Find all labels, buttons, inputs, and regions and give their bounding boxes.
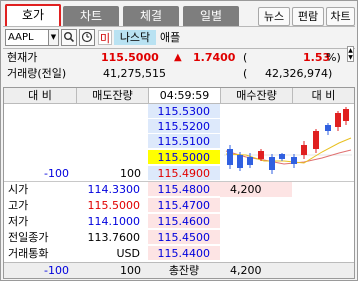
ask-price[interactable]: 115.5200 [148, 119, 220, 134]
price-change: 1.7400 [193, 51, 236, 64]
tab-chart[interactable]: 차트 [63, 6, 119, 26]
tab-bar: 호가 차트 체결 일별 뉴스 편람 차트 [3, 4, 355, 26]
rate-open-paren: ( [243, 51, 248, 64]
market-flag: 미 [98, 30, 112, 45]
symbol-input[interactable]: AAPL [5, 29, 49, 46]
prev-volume: 42,326,974) [265, 67, 333, 80]
prev-close-label: 전일종가 [8, 231, 49, 244]
bid-price[interactable]: 115.4800 [148, 182, 220, 197]
low-value: 114.1000 [87, 215, 141, 228]
search-icon[interactable] [61, 29, 77, 46]
up-arrow-icon: ▲ [174, 52, 182, 63]
high-value: 115.5000 [87, 199, 141, 212]
ask-qty: 100 [120, 167, 141, 180]
ask-price[interactable]: 115.5100 [148, 134, 220, 149]
tab-divider [3, 26, 355, 27]
current-price: 115.5000 [101, 51, 159, 64]
currency-label: 거래통화 [8, 247, 49, 260]
current-price-label: 현재가 [7, 51, 38, 64]
open-value: 114.3300 [87, 183, 141, 196]
bid-price[interactable]: 115.4400 [148, 246, 220, 261]
ask-price-current[interactable]: 115.5000 [148, 150, 220, 165]
ask-qty-header: 매도잔량 [76, 88, 148, 104]
time-header: 04:59:59 [148, 88, 220, 104]
market-badge: 나스닥 [114, 30, 156, 45]
news-button[interactable]: 뉴스 [258, 7, 290, 26]
stock-name: 애플 [160, 31, 181, 44]
diff-left-header: 대 비 [4, 88, 76, 104]
order-book-window: 호가 차트 체결 일별 뉴스 편람 차트 AAPL ▼ 미 나스닥 애플 현재가… [0, 0, 358, 281]
diff-right-header: 대 비 [292, 88, 354, 104]
chart-button[interactable]: 차트 [326, 7, 355, 26]
prev-close-value: 113.7600 [87, 231, 141, 244]
low-label: 저가 [8, 215, 29, 228]
tab-daily[interactable]: 일별 [183, 6, 239, 26]
open-label: 시가 [8, 183, 29, 196]
chevron-down-icon[interactable]: ▼ [49, 29, 59, 46]
bid-price[interactable]: 115.4600 [148, 214, 220, 229]
rate-close-paren: %) [326, 51, 341, 64]
ask-price[interactable]: 115.4900 [148, 166, 220, 181]
row-divider [3, 48, 355, 49]
volume: 41,275,515 [103, 67, 166, 80]
bid-price[interactable]: 115.4700 [148, 198, 220, 213]
total-diff: -100 [44, 264, 69, 277]
order-book: 대 비 매도잔량 04:59:59 매수잔량 대 비 115.5300 115.… [3, 87, 355, 279]
prev-open-paren: ( [243, 67, 248, 80]
mini-candle-chart [224, 107, 352, 174]
high-label: 고가 [8, 199, 29, 212]
tab-trades[interactable]: 체결 [123, 6, 179, 26]
symbol-row: AAPL ▼ 미 나스닥 애플 [5, 29, 355, 46]
price-row: 현재가 115.5000 ▲ 1.7400 ( 1.53 %) [3, 50, 355, 66]
volume-row: 거래량(전일) 41,275,515 ( 42,326,974) [3, 66, 355, 82]
bid-price[interactable]: 115.4500 [148, 230, 220, 245]
ask-price[interactable]: 115.5300 [148, 104, 220, 119]
bid-total: 4,200 [230, 264, 262, 277]
ask-diff: -100 [44, 167, 69, 180]
clock-icon[interactable] [79, 29, 95, 46]
currency-value: USD [116, 247, 140, 260]
totals-label: 총잔량 [168, 264, 200, 277]
bid-qty-header: 매수잔량 [220, 88, 292, 104]
spin-control[interactable]: ▲ ▼ [347, 46, 354, 62]
bid-qty: 4,200 [230, 183, 262, 196]
totals-row: -100 100 총잔량 4,200 [4, 262, 354, 278]
edit-button[interactable]: 편람 [292, 7, 324, 26]
volume-label: 거래량(전일) [7, 67, 67, 80]
tab-hoga[interactable]: 호가 [5, 4, 61, 26]
ask-total: 100 [120, 264, 141, 277]
